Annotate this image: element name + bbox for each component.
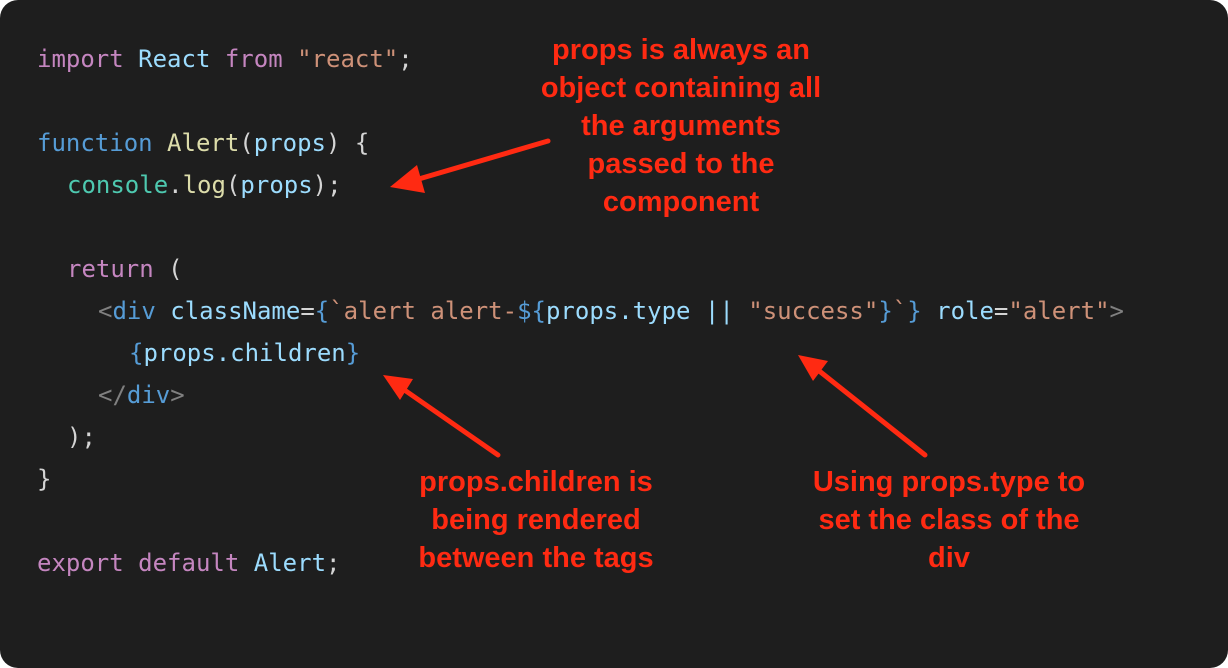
annotation-arrows (383, 138, 928, 458)
arrow-to-props-type (798, 355, 928, 458)
code-snippet-frame: import React from "react"; function Aler… (0, 0, 1228, 668)
arrow-to-console-log (390, 138, 551, 193)
arrow-to-props-children (383, 375, 501, 458)
